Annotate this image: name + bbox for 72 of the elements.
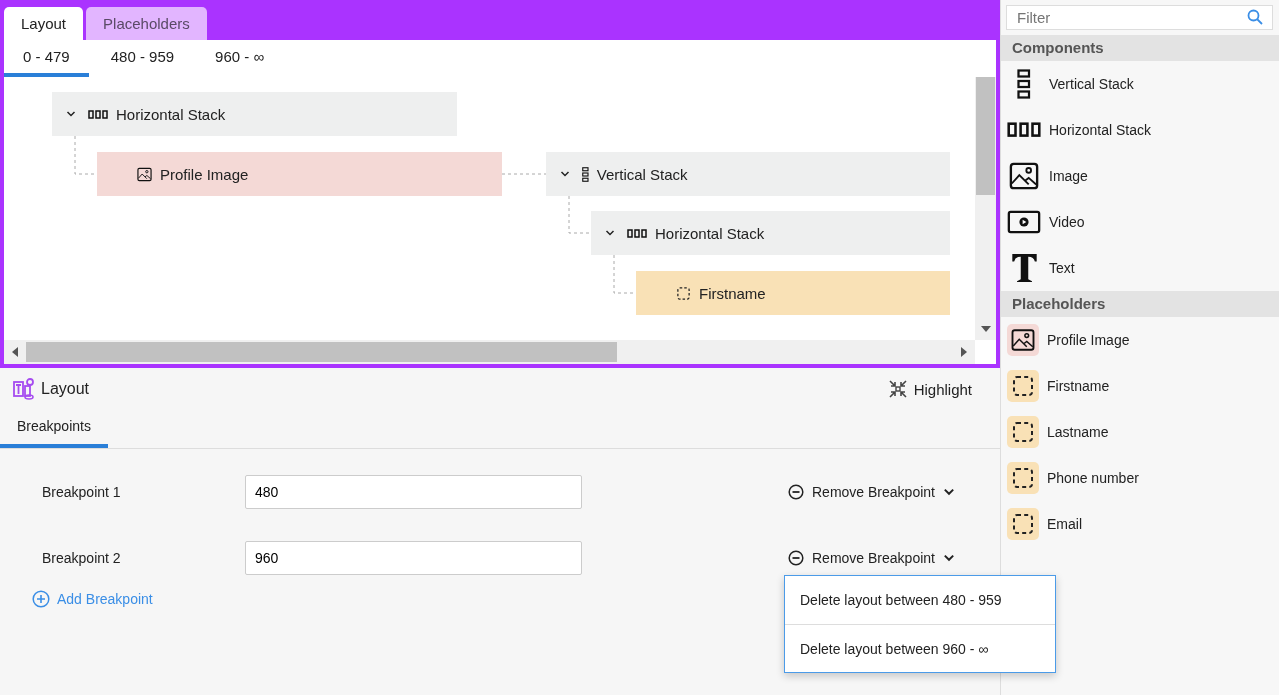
layout-icon — [13, 378, 35, 400]
remove-breakpoint-button[interactable]: Remove Breakpoint — [788, 484, 955, 500]
chevron-icon[interactable] — [66, 109, 76, 119]
vertical-stack-icon — [582, 166, 589, 182]
remove-breakpoint-button[interactable]: Remove Breakpoint — [788, 550, 955, 566]
item-label: Horizontal Stack — [1049, 122, 1151, 138]
video-icon — [1007, 210, 1041, 234]
node-label: Horizontal Stack — [655, 224, 765, 242]
item-label: Lastname — [1047, 424, 1109, 440]
collapse-arrows-icon — [887, 379, 908, 399]
plus-circle-icon — [32, 590, 50, 608]
horizontal-stack-icon — [627, 228, 647, 238]
node-label: Horizontal Stack — [116, 105, 226, 123]
sidebar-item[interactable]: Profile Image — [1001, 317, 1279, 363]
breakpoint-input[interactable]: 480 — [245, 475, 582, 509]
vertical-stack-icon — [1017, 69, 1031, 99]
tree-node[interactable]: Firstname — [636, 271, 950, 315]
section-header: Placeholders — [1001, 291, 1279, 317]
tree-node[interactable]: Horizontal Stack — [591, 211, 950, 255]
item-label: Profile Image — [1047, 332, 1130, 348]
minus-circle-icon — [788, 550, 804, 566]
editor-tab[interactable]: Placeholders — [86, 7, 207, 40]
tree-node[interactable]: Vertical Stack — [546, 152, 950, 196]
breakpoint-tab[interactable]: 480 - 959 — [91, 40, 194, 77]
item-label: Vertical Stack — [1049, 76, 1134, 92]
chevron-icon[interactable] — [605, 228, 615, 238]
breakpoint-tab[interactable]: 0 - 479 — [4, 40, 89, 77]
editor-tab[interactable]: Layout — [4, 7, 84, 40]
chevron-icon[interactable] — [560, 169, 570, 179]
node-label: Vertical Stack — [596, 165, 688, 183]
breakpoint-label: Breakpoint 1 — [42, 484, 122, 500]
sidebar-item[interactable]: Vertical Stack — [1001, 61, 1279, 107]
sidebar-item[interactable]: Email — [1001, 501, 1279, 547]
node-label: Profile Image — [160, 165, 249, 183]
dashed-square-icon — [676, 285, 691, 301]
item-label: Email — [1047, 516, 1082, 532]
panel-tab[interactable]: Breakpoints — [0, 412, 108, 448]
tree-node[interactable]: Horizontal Stack — [52, 92, 457, 136]
item-label: Firstname — [1047, 378, 1110, 394]
minus-circle-icon — [788, 484, 804, 500]
node-label: Firstname — [699, 284, 766, 302]
section-header: Components — [1001, 35, 1279, 61]
panel-title: Layout — [41, 380, 90, 398]
breakpoint-label: Breakpoint 2 — [42, 550, 122, 566]
item-label: Video — [1049, 214, 1085, 230]
connector-line — [501, 173, 547, 175]
tree-node[interactable]: Profile Image — [97, 152, 502, 196]
breakpoint-tab[interactable]: 960 - ∞ — [196, 40, 284, 77]
menu-item[interactable]: Delete layout between 480 - 959 — [785, 576, 1055, 624]
chevron-down-icon — [942, 486, 955, 498]
sidebar-item[interactable]: Phone number — [1001, 455, 1279, 501]
image-icon — [137, 166, 152, 182]
item-label: Image — [1049, 168, 1088, 184]
sidebar-item[interactable]: Text — [1001, 245, 1279, 291]
sidebar-item[interactable]: Image — [1001, 153, 1279, 199]
item-label: Text — [1049, 260, 1075, 276]
item-label: Phone number — [1047, 470, 1139, 486]
sidebar-item[interactable]: Firstname — [1001, 363, 1279, 409]
filter-field[interactable]: Filter — [1006, 5, 1273, 30]
sidebar-item[interactable]: Horizontal Stack — [1001, 107, 1279, 153]
image-icon — [1009, 161, 1039, 191]
chevron-down-icon — [942, 552, 955, 564]
sidebar-item[interactable]: Lastname — [1001, 409, 1279, 455]
search-icon — [1247, 9, 1263, 25]
horizontal-stack-icon — [1007, 122, 1041, 138]
sidebar-item[interactable]: Video — [1001, 199, 1279, 245]
breakpoint-input[interactable]: 960 — [245, 541, 582, 575]
horizontal-stack-icon — [88, 109, 108, 119]
connector-line — [568, 195, 592, 234]
menu-item[interactable]: Delete layout between 960 - ∞ — [785, 624, 1055, 672]
highlight-button[interactable]: Highlight — [887, 379, 972, 399]
serif-t-icon — [1010, 253, 1038, 283]
